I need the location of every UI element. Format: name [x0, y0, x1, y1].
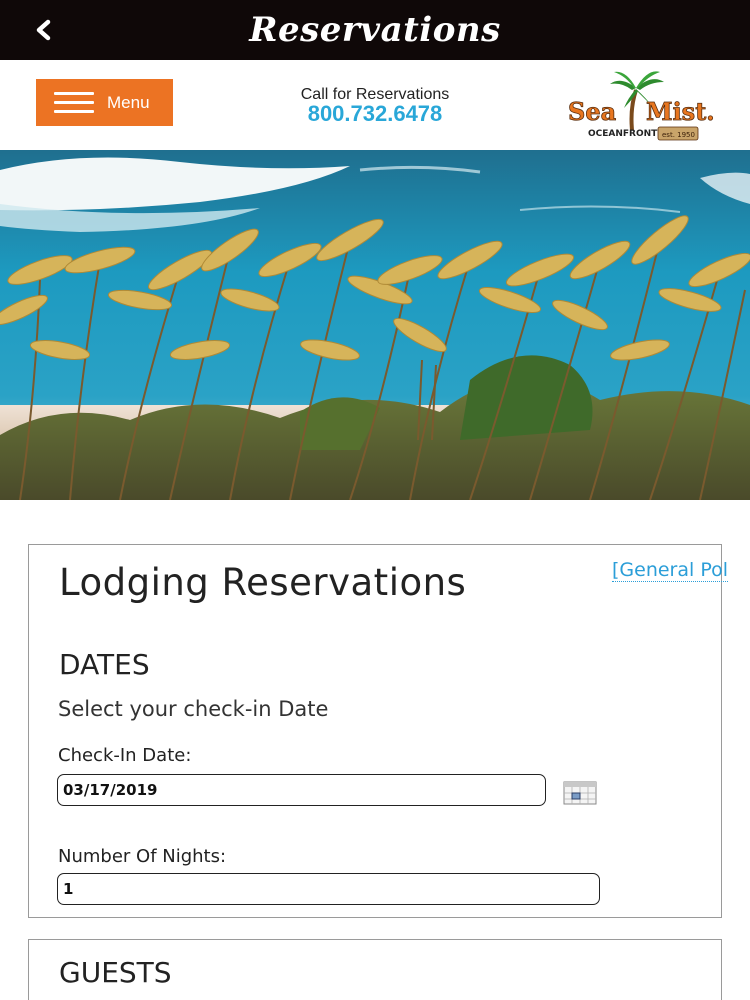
logo-established: est. 1950: [662, 131, 695, 139]
form-title: Lodging Reservations: [59, 561, 467, 604]
guests-card: GUESTS: [28, 939, 722, 1000]
nights-input[interactable]: [57, 873, 600, 905]
menu-button-label: Menu: [107, 93, 150, 112]
phone-link[interactable]: 800.732.6478: [260, 103, 490, 125]
menu-button[interactable]: Menu: [36, 79, 173, 126]
logo-wordmark-left: Sea: [568, 97, 616, 126]
general-policy-link[interactable]: [General Pol: [612, 559, 729, 582]
checkin-date-input[interactable]: [57, 774, 546, 806]
logo-tagline: OCEANFRONT: [588, 129, 658, 139]
call-block: Call for Reservations 800.732.6478: [260, 86, 490, 125]
beach-photo: [0, 150, 750, 500]
lodging-reservations-card: Lodging Reservations DATES Select your c…: [28, 544, 722, 918]
title-bar: Reservations: [0, 0, 750, 60]
sea-mist-logo[interactable]: Sea Mist. OCEANFRONT est. 1950: [566, 68, 716, 144]
calendar-icon[interactable]: [563, 780, 597, 806]
logo-wordmark-right: Mist.: [646, 97, 715, 126]
dates-subheading: Select your check-in Date: [58, 697, 329, 721]
checkin-date-label: Check-In Date:: [58, 745, 192, 766]
nights-label: Number Of Nights:: [58, 846, 227, 867]
hamburger-icon: [54, 92, 94, 113]
guests-heading: GUESTS: [59, 956, 172, 989]
dates-heading: DATES: [59, 648, 150, 681]
hero-image: [0, 150, 750, 500]
page-title: Reservations: [249, 10, 501, 50]
site-header: Menu Call for Reservations 800.732.6478 …: [0, 60, 750, 150]
